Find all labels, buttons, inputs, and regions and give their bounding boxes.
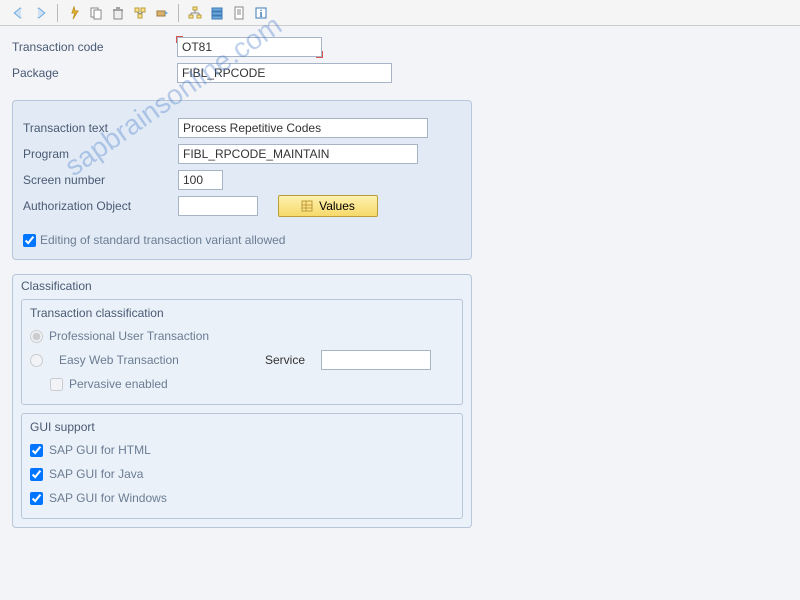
transport-icon[interactable] bbox=[153, 4, 171, 22]
transaction-classification-group: Transaction classification Professional … bbox=[21, 299, 463, 405]
values-button-label: Values bbox=[319, 199, 355, 213]
service-input[interactable] bbox=[321, 350, 431, 370]
ttext-label: Transaction text bbox=[23, 121, 178, 135]
radio-professional-label: Professional User Transaction bbox=[49, 329, 209, 343]
program-input[interactable] bbox=[178, 144, 418, 164]
classification-group: Classification Transaction classificatio… bbox=[12, 274, 472, 528]
tc-title: Transaction classification bbox=[30, 306, 454, 320]
auth-label: Authorization Object bbox=[23, 199, 178, 213]
tcode-label: Transaction code bbox=[12, 40, 177, 54]
radio-professional[interactable] bbox=[30, 330, 43, 343]
values-button[interactable]: Values bbox=[278, 195, 378, 217]
gui-support-group: GUI support SAP GUI for HTML SAP GUI for… bbox=[21, 413, 463, 519]
radio-easyweb[interactable] bbox=[30, 354, 43, 367]
detail-panel: Transaction text Program Screen number A… bbox=[12, 100, 472, 260]
gui-windows-label: SAP GUI for Windows bbox=[49, 491, 167, 505]
service-label: Service bbox=[265, 353, 305, 367]
gui-title: GUI support bbox=[30, 420, 454, 434]
hierarchy-icon[interactable] bbox=[186, 4, 204, 22]
back-arrow-icon[interactable] bbox=[10, 4, 28, 22]
svg-text:i: i bbox=[260, 9, 263, 20]
copy-icon[interactable] bbox=[87, 4, 105, 22]
classification-title: Classification bbox=[13, 275, 471, 295]
scrnum-input[interactable] bbox=[178, 170, 223, 190]
toolbar-separator-icon bbox=[178, 4, 179, 22]
document-icon[interactable] bbox=[230, 4, 248, 22]
toolbar-separator-icon bbox=[57, 4, 58, 22]
ttext-input[interactable] bbox=[178, 118, 428, 138]
content-area: Transaction code Package Transaction tex… bbox=[0, 26, 800, 556]
stack-icon[interactable] bbox=[208, 4, 226, 22]
auth-input[interactable] bbox=[178, 196, 258, 216]
activate-icon[interactable] bbox=[65, 4, 83, 22]
gui-html-checkbox[interactable] bbox=[30, 444, 43, 457]
pervasive-label: Pervasive enabled bbox=[69, 377, 168, 391]
scrnum-label: Screen number bbox=[23, 173, 178, 187]
forward-arrow-icon[interactable] bbox=[32, 4, 50, 22]
info-icon[interactable]: i bbox=[252, 4, 270, 22]
package-label: Package bbox=[12, 66, 177, 80]
tcode-input[interactable] bbox=[177, 37, 322, 57]
gui-java-label: SAP GUI for Java bbox=[49, 467, 143, 481]
edit-variant-label: Editing of standard transaction variant … bbox=[40, 233, 285, 247]
delete-icon[interactable] bbox=[109, 4, 127, 22]
package-input[interactable] bbox=[177, 63, 392, 83]
radio-easyweb-label: Easy Web Transaction bbox=[59, 353, 249, 367]
edit-variant-checkbox[interactable] bbox=[23, 234, 36, 247]
gui-java-checkbox[interactable] bbox=[30, 468, 43, 481]
gui-windows-checkbox[interactable] bbox=[30, 492, 43, 505]
program-label: Program bbox=[23, 147, 178, 161]
where-used-icon[interactable] bbox=[131, 4, 149, 22]
pervasive-checkbox[interactable] bbox=[50, 378, 63, 391]
app-toolbar: i bbox=[0, 0, 800, 26]
gui-html-label: SAP GUI for HTML bbox=[49, 443, 151, 457]
